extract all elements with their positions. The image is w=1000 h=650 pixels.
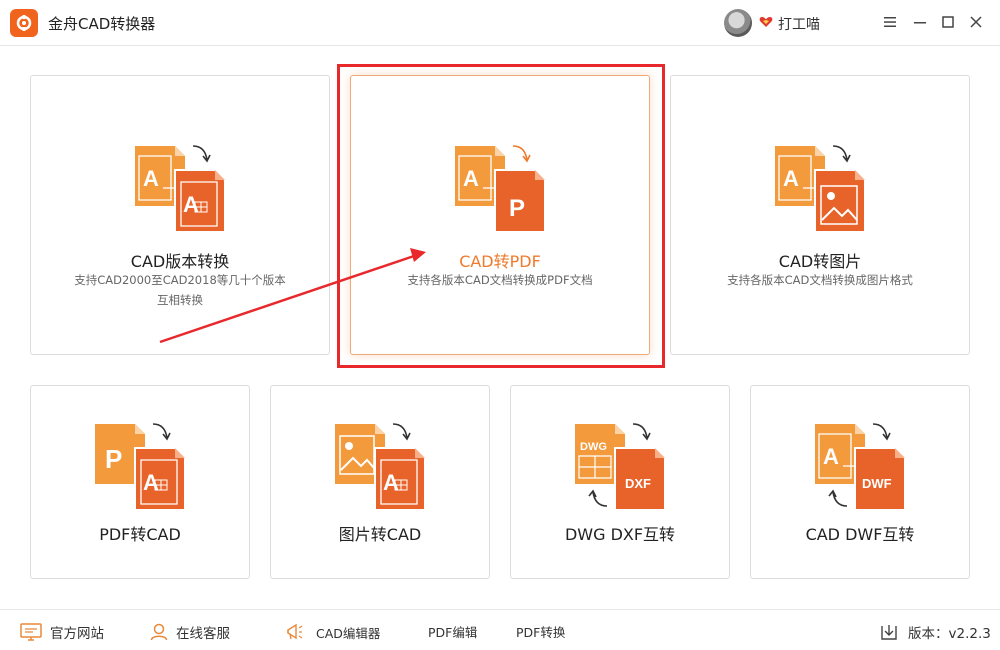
- card-title: 图片转CAD: [338, 525, 422, 544]
- monitor-icon: [20, 623, 42, 641]
- official-website-label: 官方网站: [50, 626, 104, 642]
- version-info: 版本：v2.2.3: [880, 622, 991, 642]
- icon-letter-a: A: [383, 470, 399, 495]
- bottom-bar: 官方网站 在线客服 CAD编辑器 PDF编辑 PDF转换 版本：v2.2.3: [0, 609, 1000, 650]
- cad-editor-link[interactable]: CAD编辑器: [284, 622, 380, 642]
- card-title: CAD DWF互转: [805, 525, 915, 544]
- download-icon: [881, 625, 897, 640]
- pdf-to-cad-icon: P A: [95, 423, 186, 510]
- card-pdf-to-cad[interactable]: P A PDF转CAD: [30, 385, 250, 579]
- megaphone-icon: [287, 623, 303, 640]
- badge-dxf: DXF: [625, 476, 651, 491]
- official-website-link[interactable]: 官方网站: [20, 622, 104, 642]
- badge-dwg: DWG: [580, 441, 607, 453]
- card-title: PDF转CAD: [99, 525, 181, 544]
- online-service-link[interactable]: 在线客服: [150, 622, 230, 642]
- pdf-editor-link[interactable]: PDF编辑: [428, 622, 477, 641]
- icon-letter-a: A: [823, 444, 839, 469]
- cad-editor-label: CAD编辑器: [316, 625, 381, 641]
- dwg-dxf-convert-icon: DWG DXF: [575, 423, 666, 510]
- customer-service-icon: [150, 623, 168, 641]
- card-image-to-cad[interactable]: A 图片转CAD: [270, 385, 490, 579]
- pdf-convert-link[interactable]: PDF转换: [516, 622, 565, 641]
- icon-letter-p: P: [105, 444, 122, 474]
- online-service-label: 在线客服: [176, 626, 230, 642]
- cad-dwf-convert-icon: A DWF: [815, 423, 906, 510]
- version-label: 版本：v2.2.3: [908, 626, 991, 642]
- badge-dwf: DWF: [862, 476, 892, 491]
- card-dwg-dxf-convert[interactable]: DWG DXF DWG DXF互转: [510, 385, 730, 579]
- card-cad-dwf-convert[interactable]: A DWF CAD DWF互转: [750, 385, 970, 579]
- card-title: DWG DXF互转: [564, 525, 676, 544]
- icon-letter-a: A: [143, 470, 159, 495]
- image-to-cad-icon: A: [335, 423, 426, 510]
